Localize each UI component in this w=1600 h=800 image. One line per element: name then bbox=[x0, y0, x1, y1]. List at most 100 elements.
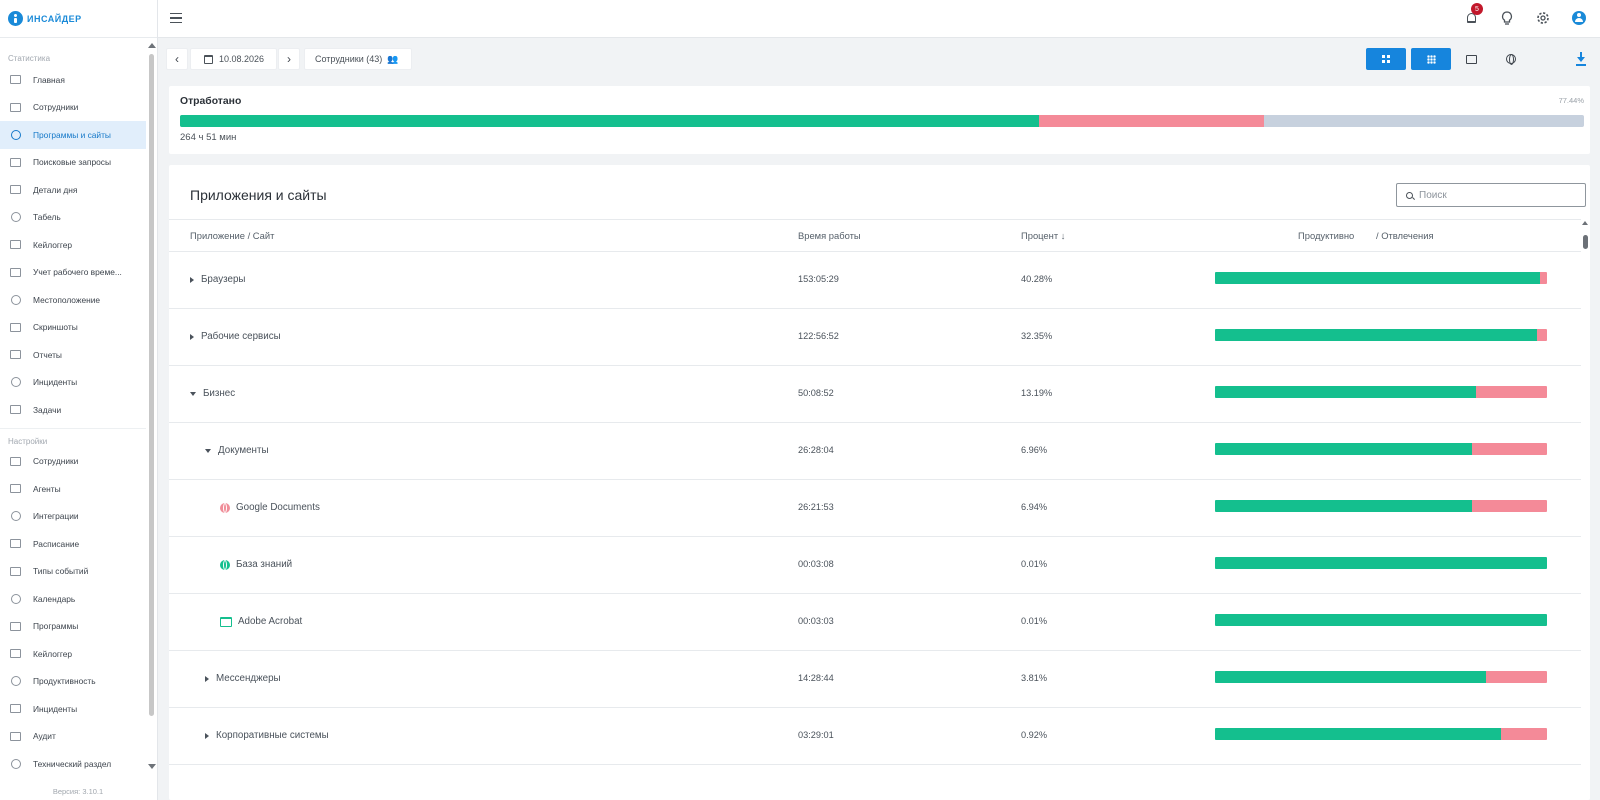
row-name-cell: Браузеры bbox=[190, 274, 245, 285]
column-time[interactable]: Время работы bbox=[798, 230, 861, 241]
table-row[interactable]: Бизнес 50:08:52 13.19% bbox=[169, 366, 1581, 423]
expand-icon[interactable] bbox=[190, 276, 194, 283]
report-icon-shape bbox=[10, 350, 21, 360]
sidebar-item-settings-10[interactable]: Аудит bbox=[0, 723, 146, 751]
table-row[interactable]: Мессенджеры 14:28:44 3.81% bbox=[169, 651, 1581, 708]
sidebar-item-label: Технический раздел bbox=[33, 758, 112, 769]
sidebar-item-settings-9[interactable]: Инциденты bbox=[0, 695, 146, 723]
grid9-view-button[interactable] bbox=[1411, 48, 1451, 70]
table-row[interactable]: Рабочие сервисы 122:56:52 32.35% bbox=[169, 309, 1581, 366]
scroll-down-icon[interactable] bbox=[148, 764, 156, 769]
table-row[interactable]: База знаний 00:03:08 0.01% bbox=[169, 537, 1581, 594]
sidebar-item-stats-2[interactable]: Программы и сайты bbox=[0, 121, 146, 149]
productivity-bar bbox=[1215, 671, 1547, 683]
distraction-segment bbox=[1472, 500, 1547, 512]
sidebar-item-stats-12[interactable]: Задачи bbox=[0, 396, 146, 424]
apps-title: Приложения и сайты bbox=[190, 187, 327, 203]
window-view-icon bbox=[1465, 54, 1477, 64]
column-productive[interactable]: Продуктивно bbox=[1298, 230, 1354, 241]
sidebar-item-stats-1[interactable]: Сотрудники bbox=[0, 94, 146, 122]
logo[interactable]: ИНСАЙДЕР bbox=[0, 0, 157, 38]
search-input[interactable] bbox=[1419, 189, 1569, 201]
site-globe-icon bbox=[220, 502, 230, 513]
gear-icon[interactable] bbox=[1534, 9, 1552, 27]
row-percent: 0.01% bbox=[1021, 559, 1048, 569]
expand-icon[interactable] bbox=[205, 732, 209, 739]
lightbulb-icon[interactable] bbox=[1498, 9, 1516, 27]
table-scroll-up-icon[interactable] bbox=[1582, 221, 1588, 225]
date-value: 10.08.2026 bbox=[219, 54, 265, 64]
sidebar-item-settings-5[interactable]: Календарь bbox=[0, 585, 146, 613]
productivity-bar bbox=[1215, 272, 1547, 284]
distraction-segment bbox=[1485, 671, 1547, 683]
column-distraction[interactable]: / Отвлечения bbox=[1376, 230, 1434, 241]
table-row[interactable]: Документы 26:28:04 6.96% bbox=[169, 423, 1581, 480]
sidebar-item-settings-2[interactable]: Интеграции bbox=[0, 503, 146, 531]
menu-icon[interactable] bbox=[170, 13, 182, 23]
expand-icon[interactable] bbox=[205, 675, 209, 682]
row-name: Мессенджеры bbox=[216, 673, 281, 684]
sidebar-item-settings-6[interactable]: Программы bbox=[0, 613, 146, 641]
grid-view-icon bbox=[1382, 55, 1390, 63]
sidebar-item-stats-7[interactable]: Учет рабочего време... bbox=[0, 259, 146, 287]
sidebar-item-stats-8[interactable]: Местоположение bbox=[0, 286, 146, 314]
sidebar-item-label: Программы и сайты bbox=[33, 129, 111, 140]
table-scrollbar[interactable] bbox=[1581, 221, 1590, 800]
search-box[interactable] bbox=[1396, 183, 1586, 207]
sidebar-item-settings-11[interactable]: Технический раздел bbox=[0, 750, 146, 778]
alert-icon-shape bbox=[10, 704, 21, 714]
sidebar-scrollbar[interactable] bbox=[146, 40, 156, 770]
sidebar-item-settings-7[interactable]: Кейлоггер bbox=[0, 640, 146, 668]
table-row[interactable]: Корпоративные системы 03:29:01 0.92% bbox=[169, 708, 1581, 765]
sidebar-item-settings-4[interactable]: Типы событий bbox=[0, 558, 146, 586]
sidebar-item-stats-11[interactable]: Инциденты bbox=[0, 369, 146, 397]
sidebar-item-label: Продуктивность bbox=[33, 676, 96, 687]
sidebar-item-settings-0[interactable]: Сотрудники bbox=[0, 448, 146, 476]
integrations-icon-shape bbox=[10, 511, 21, 522]
date-picker[interactable]: 10.08.2026 bbox=[190, 48, 277, 70]
collapse-icon[interactable] bbox=[190, 391, 196, 396]
clock-document-icon bbox=[9, 267, 22, 278]
programs-icon bbox=[9, 621, 22, 632]
table-row[interactable]: Google Documents 26:21:53 6.94% bbox=[169, 480, 1581, 537]
notifications-button[interactable]: 5 bbox=[1462, 3, 1483, 27]
site-globe-icon bbox=[220, 559, 230, 570]
user-button[interactable] bbox=[1570, 9, 1588, 27]
sidebar-item-settings-8[interactable]: Продуктивность bbox=[0, 668, 146, 696]
grid9-view-icon bbox=[1426, 54, 1436, 64]
apps-panel: Приложения и сайты Приложение / Сайт Вре… bbox=[169, 165, 1590, 800]
prev-date-button[interactable]: ‹ bbox=[166, 48, 188, 70]
sidebar-item-stats-5[interactable]: Табель bbox=[0, 204, 146, 232]
user-icon bbox=[1572, 11, 1586, 25]
table-row[interactable]: Adobe Acrobat 00:03:03 0.01% bbox=[169, 594, 1581, 651]
sidebar-item-settings-1[interactable]: Агенты bbox=[0, 475, 146, 503]
top-bar: 5 bbox=[158, 0, 1600, 38]
window-view-button[interactable] bbox=[1451, 48, 1491, 70]
keyboard-icon bbox=[9, 648, 22, 659]
row-name: Google Documents bbox=[236, 502, 320, 513]
sidebar-nav: Статистика Главная Сотрудники Программы и с… bbox=[0, 38, 146, 780]
next-date-button[interactable]: › bbox=[278, 48, 300, 70]
expand-icon[interactable] bbox=[190, 333, 194, 340]
sidebar-item-stats-3[interactable]: Поисковые запросы bbox=[0, 149, 146, 177]
scroll-up-icon[interactable] bbox=[148, 43, 156, 48]
sidebar-item-stats-0[interactable]: Главная bbox=[0, 66, 146, 94]
sidebar-item-stats-6[interactable]: Кейлоггер bbox=[0, 231, 146, 259]
row-time: 122:56:52 bbox=[798, 331, 839, 341]
grid-view-button[interactable] bbox=[1366, 48, 1406, 70]
globe-view-button[interactable] bbox=[1491, 48, 1531, 70]
collapse-icon[interactable] bbox=[205, 448, 211, 453]
scroll-thumb[interactable] bbox=[149, 54, 154, 716]
column-name[interactable]: Приложение / Сайт bbox=[190, 230, 274, 241]
calendar-icon bbox=[9, 593, 22, 604]
sidebar-item-stats-4[interactable]: Детали дня bbox=[0, 176, 146, 204]
keyboard-icon-shape bbox=[10, 240, 21, 250]
column-percent[interactable]: Процент ↓ bbox=[1021, 230, 1065, 241]
employees-filter[interactable]: Сотрудники (43) 👥 bbox=[304, 48, 412, 70]
sidebar-item-stats-10[interactable]: Отчеты bbox=[0, 341, 146, 369]
alert-icon-shape bbox=[10, 377, 21, 388]
sidebar-item-stats-9[interactable]: Скриншоты bbox=[0, 314, 146, 342]
table-row[interactable]: Браузеры 153:05:29 40.28% bbox=[169, 252, 1581, 309]
table-scroll-thumb[interactable] bbox=[1583, 235, 1588, 249]
sidebar-item-settings-3[interactable]: Расписание bbox=[0, 530, 146, 558]
